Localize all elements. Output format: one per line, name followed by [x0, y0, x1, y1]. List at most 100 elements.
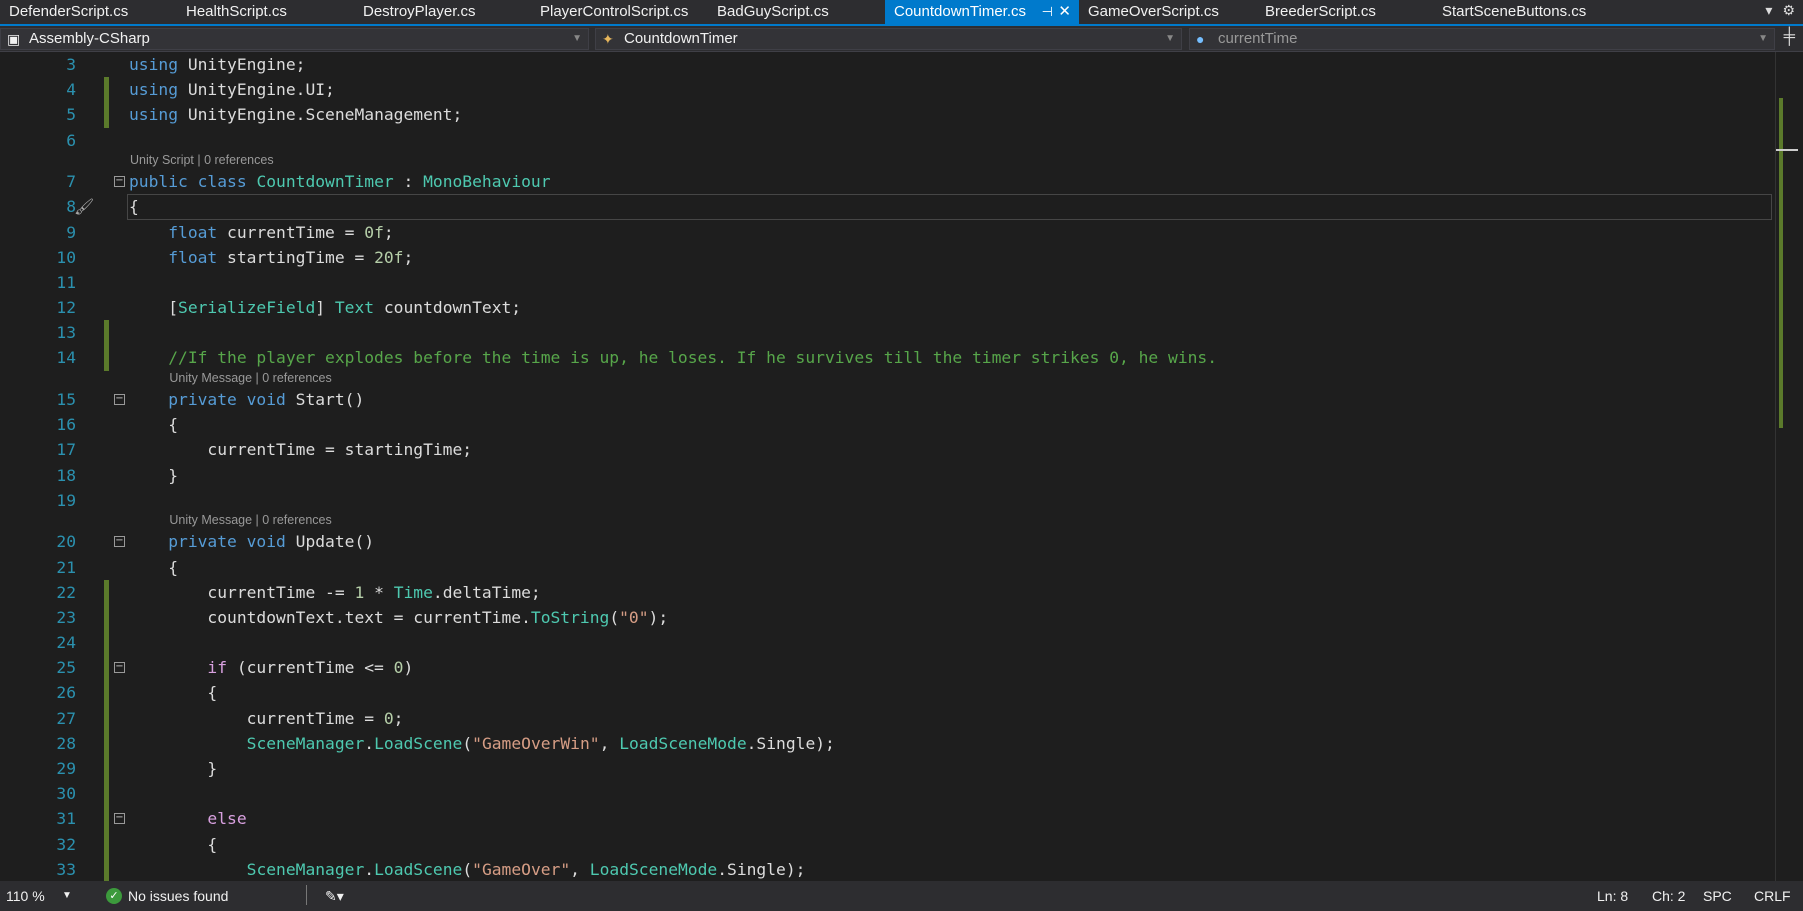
- collapse-icon[interactable]: −: [114, 813, 125, 825]
- code-token: LoadSceneMode: [589, 859, 718, 879]
- codelens[interactable]: Unity Script | 0 references: [0, 153, 1775, 169]
- zoom-level[interactable]: 110 %: [6, 888, 45, 904]
- code-token: ,: [570, 859, 590, 879]
- code-token: (currentTime <=: [236, 658, 394, 678]
- line-endings[interactable]: CRLF: [1754, 888, 1791, 904]
- code-line[interactable]: 22 currentTime -= 1 * Time.deltaTime;: [0, 579, 1775, 605]
- change-indicator: [104, 730, 109, 757]
- line-number: 21: [56, 557, 76, 577]
- tab-destroyplayer[interactable]: DestroyPlayer.cs: [354, 0, 531, 24]
- code-line[interactable]: 9 float currentTime = 0f;: [0, 220, 1775, 245]
- code-line[interactable]: 17 currentTime = startingTime;: [0, 437, 1775, 462]
- code-token: }: [129, 759, 218, 779]
- tab-healthscript[interactable]: HealthScript.cs: [177, 0, 354, 24]
- code-token: ,: [599, 733, 620, 753]
- code-line[interactable]: 15 − private void Start(): [0, 387, 1775, 412]
- code-line[interactable]: 32 {: [0, 831, 1775, 857]
- collapse-icon[interactable]: −: [114, 536, 125, 548]
- gear-icon[interactable]: ⚙: [1782, 2, 1795, 19]
- issues-status[interactable]: No issues found: [128, 888, 228, 904]
- code-token: private void: [129, 532, 296, 552]
- change-indicator: [104, 630, 109, 656]
- code-line[interactable]: 30: [0, 781, 1775, 807]
- code-line[interactable]: 27 currentTime = 0;: [0, 705, 1775, 731]
- codelens[interactable]: Unity Message | 0 references: [0, 513, 1775, 529]
- code-token: [: [129, 298, 179, 318]
- line-number: 12: [56, 298, 76, 318]
- tab-badguyscript[interactable]: BadGuyScript.cs: [708, 0, 885, 24]
- codelens[interactable]: Unity Message | 0 references: [0, 371, 1775, 387]
- code-editor[interactable]: 3 using UnityEngine; 4 using UnityEngine.UI…: [0, 52, 1775, 881]
- vertical-scrollbar[interactable]: [1775, 52, 1803, 881]
- change-indicator: [104, 680, 109, 706]
- code-line[interactable]: 12 [SerializeField] Text countdownText;: [0, 295, 1775, 320]
- code-token: currentTime = startingTime;: [129, 440, 473, 460]
- line-number: 27: [56, 708, 76, 728]
- code-token: ;: [383, 222, 394, 242]
- code-line[interactable]: 28 SceneManager.LoadScene("GameOverWin",…: [0, 730, 1775, 757]
- quick-actions-icon[interactable]: 🖌: [74, 194, 94, 219]
- line-number: 8: [66, 197, 76, 217]
- code-line[interactable]: 7 − public class CountdownTimer : MonoBeha…: [0, 169, 1775, 194]
- code-token: ): [403, 658, 414, 678]
- code-line[interactable]: 25 − if (currentTime <= 0): [0, 655, 1775, 681]
- tab-bar: DefenderScript.cs HealthScript.cs DestroyP…: [0, 0, 1803, 26]
- current-line-highlight: [127, 194, 1772, 220]
- pin-icon[interactable]: ⊣: [1042, 0, 1053, 24]
- tab-playercontrolscript[interactable]: PlayerControlScript.cs: [531, 0, 708, 24]
- class-dropdown[interactable]: ✦ CountdownTimer ▼: [595, 28, 1182, 50]
- close-icon[interactable]: ✕: [1058, 0, 1071, 24]
- line-number: 7: [66, 172, 76, 192]
- code-token: ;: [403, 247, 414, 267]
- code-line[interactable]: 4 using UnityEngine.UI;: [0, 77, 1775, 103]
- code-token: float: [129, 222, 228, 242]
- change-indicator: [104, 756, 109, 782]
- code-line[interactable]: 29 }: [0, 756, 1775, 782]
- collapse-icon[interactable]: −: [114, 662, 125, 674]
- collapse-icon[interactable]: −: [114, 176, 125, 188]
- code-line[interactable]: 19: [0, 488, 1775, 513]
- code-line[interactable]: 14 //If the player explodes before the t…: [0, 345, 1775, 371]
- whitespace-mode[interactable]: SPC: [1703, 888, 1732, 904]
- code-line[interactable]: 24: [0, 630, 1775, 656]
- code-line[interactable]: 23 countdownText.text = currentTime.ToSt…: [0, 604, 1775, 631]
- tab-list-dropdown-icon[interactable]: ▾: [1765, 2, 1772, 19]
- code-token: 20f: [374, 247, 404, 267]
- tab-countdowntimer[interactable]: CountdownTimer.cs ⊣ ✕: [885, 0, 1079, 24]
- tab-breederscript[interactable]: BreederScript.cs: [1256, 0, 1433, 24]
- tab-gameoverscript[interactable]: GameOverScript.cs: [1079, 0, 1256, 24]
- code-line[interactable]: 16 {: [0, 412, 1775, 437]
- code-line[interactable]: 6: [0, 128, 1775, 153]
- code-token: private void: [129, 390, 296, 410]
- brush-icon[interactable]: ✎▾: [325, 888, 344, 905]
- split-window-icon[interactable]: ╪: [1784, 28, 1795, 46]
- code-line[interactable]: 33 SceneManager.LoadScene("GameOver", Lo…: [0, 856, 1775, 881]
- scroll-position-marker: [1776, 149, 1798, 151]
- line-number: 28: [56, 733, 76, 753]
- chevron-down-icon[interactable]: ▼: [62, 890, 72, 901]
- code-line[interactable]: 26 {: [0, 680, 1775, 706]
- code-line[interactable]: 18 }: [0, 463, 1775, 488]
- code-line[interactable]: 8 🖌 {: [0, 194, 1775, 220]
- code-line[interactable]: 5 using UnityEngine.SceneManagement;: [0, 102, 1775, 128]
- code-line[interactable]: 10 float startingTime = 20f;: [0, 245, 1775, 270]
- change-indicator: [104, 102, 109, 128]
- code-line[interactable]: 21 {: [0, 555, 1775, 580]
- code-token: 0: [383, 708, 394, 728]
- code-token: :: [393, 172, 424, 192]
- code-line[interactable]: 11: [0, 270, 1775, 295]
- code-line[interactable]: 31 − else: [0, 806, 1775, 832]
- project-dropdown[interactable]: ▣ Assembly-CSharp ▼: [0, 28, 589, 50]
- code-token: "GameOverWin": [472, 733, 600, 753]
- tab-startscenebuttons[interactable]: StartSceneButtons.cs: [1433, 0, 1610, 24]
- tab-defenderscript[interactable]: DefenderScript.cs: [0, 0, 177, 24]
- line-number: 24: [56, 633, 76, 653]
- code-token: (: [609, 607, 620, 627]
- code-token: 1: [354, 582, 365, 602]
- member-dropdown[interactable]: ● currentTime ▼: [1189, 28, 1775, 50]
- code-line[interactable]: 20 − private void Update(): [0, 529, 1775, 554]
- collapse-icon[interactable]: −: [114, 394, 125, 406]
- code-line[interactable]: 13: [0, 320, 1775, 346]
- code-line[interactable]: 3 using UnityEngine;: [0, 52, 1775, 77]
